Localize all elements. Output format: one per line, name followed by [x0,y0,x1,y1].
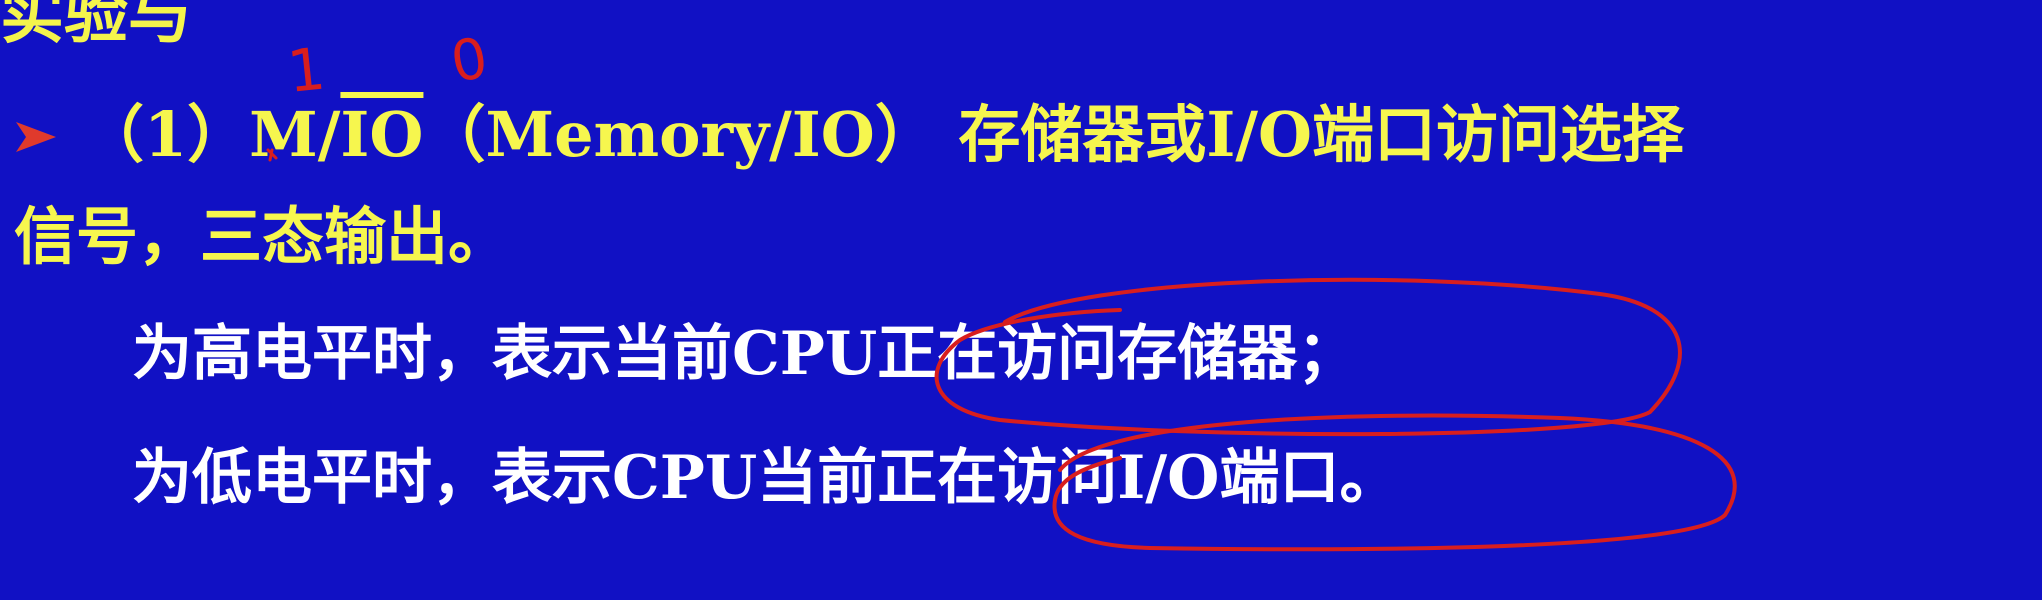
handwritten-zero: 0 [446,26,492,96]
slide: 实验与 （1）M/IO（Memory/IO） 存储器或I/O端口访问选择 信号，… [0,0,2042,600]
handwritten-one: 1 [284,34,328,105]
cropped-title-fragment: 实验与 [0,0,192,53]
high-level-description: 为高电平时，表示当前CPU正在访问存储器； [132,319,1358,389]
signal-heading-continuation: 信号，三态输出。 [14,200,511,273]
signal-description: （Memory/IO） 存储器或I/O端口访问选择 [423,98,1685,171]
item-number: （1） [82,98,250,171]
signal-name-io-overlined: IO [340,98,424,171]
low-level-description: 为低电平时，表示CPU当前正在访问I/O端口。 [132,443,1400,513]
signal-name-m: M/ [249,98,341,171]
signal-heading-line: （1）M/IO（Memory/IO） 存储器或I/O端口访问选择 [82,104,1684,166]
arrowhead-bullet-icon [16,122,56,152]
